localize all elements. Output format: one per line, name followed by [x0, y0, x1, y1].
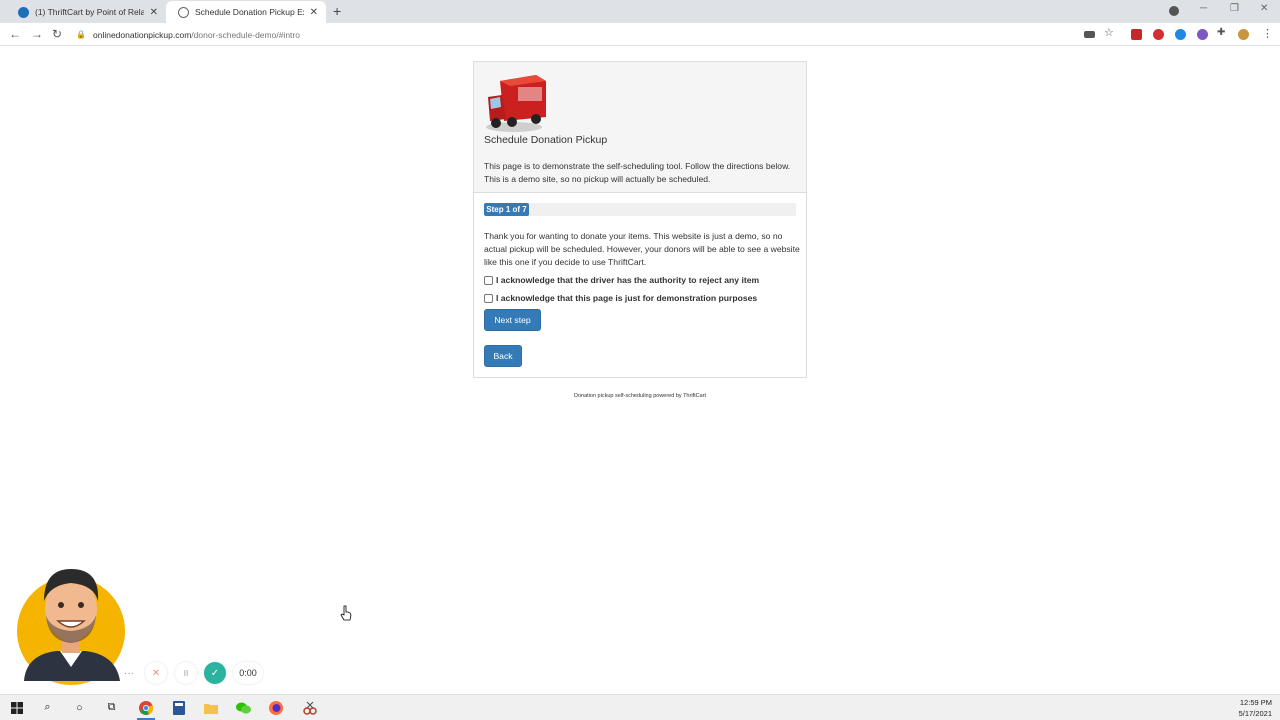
- firefox-icon[interactable]: [268, 700, 283, 715]
- menu-kebab-icon[interactable]: ⋮: [1262, 27, 1273, 40]
- close-icon[interactable]: ✕: [150, 7, 158, 18]
- wechat-icon[interactable]: [236, 700, 251, 715]
- new-tab-button[interactable]: +: [333, 3, 341, 19]
- back-button[interactable]: Back: [484, 345, 522, 367]
- windows-taskbar: ⌕ ○ ⧉ 12:59 PM 5/17/2021: [0, 694, 1280, 720]
- ack-driver-authority[interactable]: I acknowledge that the driver has the au…: [484, 275, 759, 285]
- calculator-icon[interactable]: [171, 700, 186, 715]
- tab-schedule-donation[interactable]: Schedule Donation Pickup Example ✕: [166, 1, 326, 23]
- screen: (1) ThriftCart by Point of Relation ✕ Sc…: [0, 0, 1280, 720]
- search-icon[interactable]: ⌕: [40, 700, 55, 715]
- donation-pickup-card: Schedule Donation Pickup This page is to…: [473, 61, 807, 378]
- step-progress-bar: Step 1 of 7: [484, 203, 796, 216]
- chrome-icon[interactable]: [138, 700, 153, 715]
- windows-start-icon[interactable]: [9, 700, 24, 715]
- tab-title: (1) ThriftCart by Point of Relation: [35, 7, 144, 17]
- page-description: This page is to demonstrate the self-sch…: [484, 161, 791, 184]
- window-close-icon[interactable]: ✕: [1260, 3, 1268, 14]
- globe-icon: [178, 6, 189, 18]
- snipping-tool-icon[interactable]: [302, 700, 317, 715]
- system-clock[interactable]: 12:59 PM 5/17/2021: [1239, 697, 1272, 719]
- profile-avatar-icon[interactable]: [1238, 29, 1249, 40]
- url-host: onlinedonationpickup.com: [93, 29, 192, 40]
- forward-arrow-icon[interactable]: →: [31, 27, 43, 41]
- recorder-pause-button[interactable]: II: [175, 662, 197, 684]
- tab-search-icon[interactable]: [1169, 6, 1179, 16]
- lock-icon: 🔒: [76, 30, 86, 39]
- clock-time: 12:59 PM: [1239, 698, 1272, 707]
- intro-text: Thank you for wanting to donate your ite…: [484, 231, 800, 267]
- ack-demo-checkbox[interactable]: [484, 293, 493, 303]
- tab-title: Schedule Donation Pickup Example: [195, 7, 304, 17]
- hand-cursor-icon: [340, 605, 352, 621]
- url-path: /donor-schedule-demo/#intro: [191, 29, 300, 40]
- ack-driver-label: I acknowledge that the driver has the au…: [496, 275, 760, 285]
- recorder-timer: 0:00: [233, 662, 263, 684]
- clock-date: 5/17/2021: [1238, 709, 1272, 718]
- page-title: Schedule Donation Pickup: [484, 134, 608, 146]
- minimize-icon[interactable]: ─: [1200, 3, 1207, 14]
- ack-demo-label: I acknowledge that this page is just for…: [496, 293, 758, 303]
- cortana-icon[interactable]: ○: [72, 700, 87, 715]
- extensions-puzzle-icon[interactable]: ✚: [1217, 27, 1225, 38]
- camera-icon[interactable]: [1084, 31, 1095, 38]
- recorder-more-button[interactable]: ···: [118, 662, 140, 684]
- bookmark-star-icon[interactable]: ☆: [1104, 26, 1114, 39]
- tab-thriftcart[interactable]: (1) ThriftCart by Point of Relation ✕: [6, 1, 166, 23]
- file-explorer-icon[interactable]: [203, 700, 218, 715]
- ack-driver-checkbox[interactable]: [484, 275, 493, 285]
- next-step-button[interactable]: Next step: [484, 309, 541, 331]
- restore-icon[interactable]: ❐: [1230, 3, 1239, 14]
- extension-adblock-icon[interactable]: [1153, 29, 1164, 40]
- ack-demo-purposes[interactable]: I acknowledge that this page is just for…: [484, 293, 757, 303]
- thriftcart-favicon-icon: [18, 6, 29, 18]
- step-progress-fill: Step 1 of 7: [484, 203, 529, 216]
- address-bar[interactable]: 🔒 onlinedonationpickup.com/donor-schedul…: [76, 25, 1101, 44]
- close-icon[interactable]: ✕: [310, 7, 318, 18]
- back-arrow-icon[interactable]: ←: [9, 27, 21, 41]
- browser-tab-strip: (1) ThriftCart by Point of Relation ✕ Sc…: [0, 0, 1280, 23]
- presenter-avatar: [17, 569, 125, 685]
- extension-blue-icon[interactable]: [1175, 29, 1186, 40]
- recorder-done-button[interactable]: ✓: [204, 662, 226, 684]
- extension-lastpass-icon[interactable]: [1131, 29, 1142, 40]
- browser-toolbar: ← → ↻ 🔒 onlinedonationpickup.com/donor-s…: [0, 23, 1280, 46]
- card-header: Schedule Donation Pickup This page is to…: [474, 62, 806, 193]
- powered-by-footer: Donation pickup self-scheduling powered …: [574, 393, 706, 399]
- task-view-icon[interactable]: ⧉: [104, 700, 119, 715]
- truck-logo-icon: [486, 75, 546, 132]
- extension-purple-icon[interactable]: [1197, 29, 1208, 40]
- reload-icon[interactable]: ↻: [52, 27, 62, 41]
- recorder-cancel-button[interactable]: ✕: [145, 662, 167, 684]
